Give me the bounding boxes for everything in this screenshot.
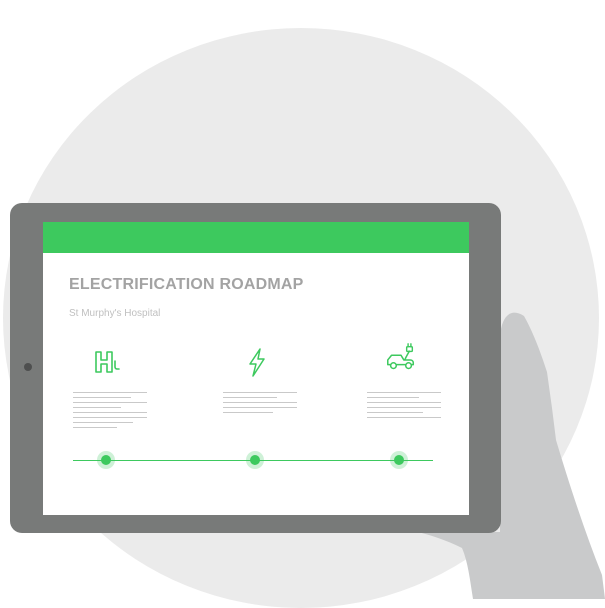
camera-dot [24, 363, 32, 371]
text-line [223, 397, 277, 398]
text-line [367, 407, 441, 408]
tablet-device: ELECTRIFICATION ROADMAP St Murphy's Hosp… [10, 203, 501, 533]
text-line [73, 397, 131, 398]
text-line [223, 392, 297, 393]
text-line [73, 427, 117, 428]
stage-description-2 [223, 392, 297, 417]
text-line [367, 392, 441, 393]
text-line [367, 417, 441, 418]
text-line [367, 412, 423, 413]
hydrogen-icon [95, 351, 120, 373]
milestone-dot [394, 455, 404, 465]
text-line [223, 407, 297, 408]
text-line [73, 412, 147, 413]
milestone-marker-1 [97, 451, 115, 469]
text-line [223, 402, 297, 403]
lightning-bolt-icon [249, 348, 265, 377]
milestone-dot [101, 455, 111, 465]
text-line [223, 412, 273, 413]
text-line [73, 392, 147, 393]
tablet-screen: ELECTRIFICATION ROADMAP St Murphy's Hosp… [43, 222, 469, 515]
milestone-dot [250, 455, 260, 465]
text-line [73, 422, 133, 423]
milestone-marker-3 [390, 451, 408, 469]
text-line [73, 417, 147, 418]
text-line [367, 402, 441, 403]
text-line [73, 402, 147, 403]
page-title: ELECTRIFICATION ROADMAP [69, 276, 304, 293]
text-line [367, 397, 419, 398]
milestone-marker-2 [246, 451, 264, 469]
stage-description-3 [367, 392, 441, 422]
header-bar [43, 222, 469, 253]
text-line [73, 407, 121, 408]
electric-car-plug-icon [387, 343, 415, 370]
stage-description-1 [73, 392, 147, 432]
page-subtitle: St Murphy's Hospital [69, 308, 161, 319]
